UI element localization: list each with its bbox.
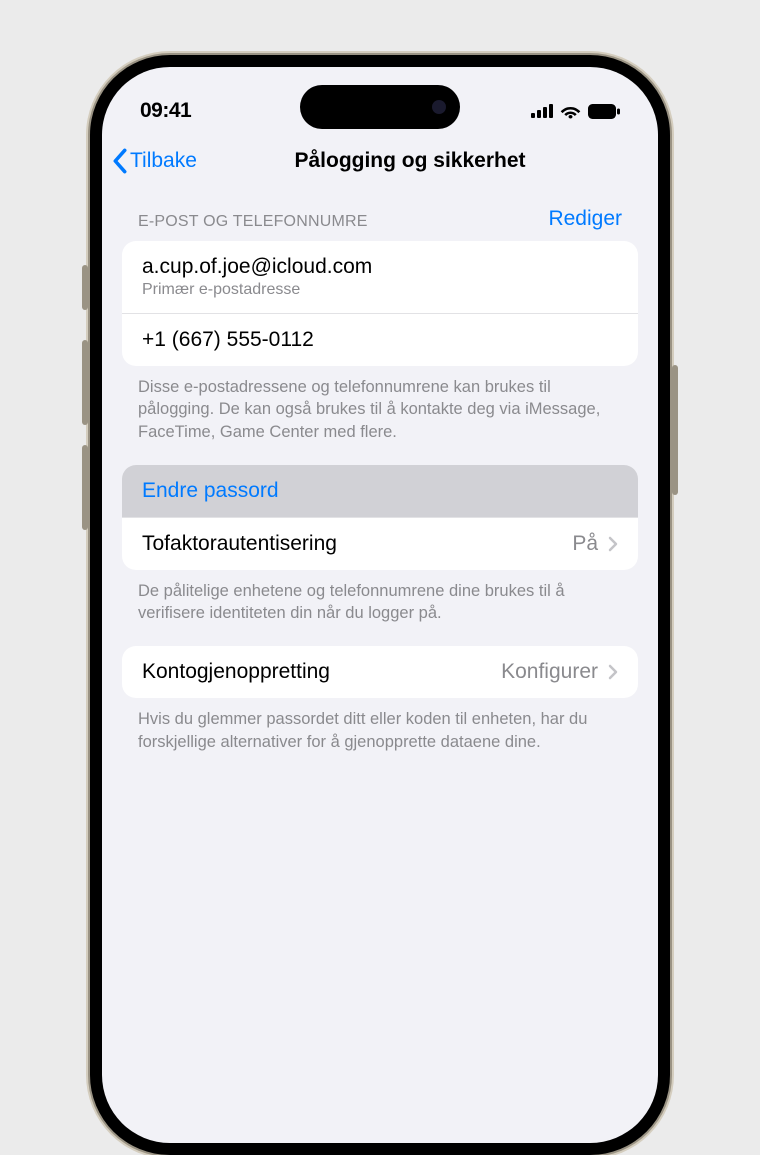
- status-time: 09:41: [140, 99, 191, 123]
- recovery-value: Konfigurer: [501, 660, 618, 684]
- section-header-contacts: E-POST OG TELEFONNUMRE Rediger: [102, 193, 658, 241]
- security-footer: De pålitelige enhetene og telefonnumrene…: [102, 570, 658, 647]
- email-row[interactable]: a.cup.of.joe@icloud.com Primær e-postadr…: [122, 241, 638, 314]
- recovery-footer: Hvis du glemmer passordet ditt eller kod…: [102, 698, 658, 775]
- dynamic-island: [300, 85, 460, 129]
- cellular-icon: [531, 104, 553, 118]
- back-button[interactable]: Tilbake: [112, 148, 197, 174]
- two-factor-row[interactable]: Tofaktorautentisering På: [122, 518, 638, 570]
- side-button: [82, 445, 88, 530]
- recovery-card: Kontogjenoppretting Konfigurer: [122, 646, 638, 698]
- contact-card: a.cup.of.joe@icloud.com Primær e-postadr…: [122, 241, 638, 366]
- page-title: Pålogging og sikkerhet: [120, 149, 640, 173]
- change-password-label: Endre passord: [142, 479, 279, 503]
- email-subtitle: Primær e-postadresse: [142, 281, 372, 299]
- back-label: Tilbake: [130, 149, 197, 173]
- chevron-right-icon: [608, 664, 618, 680]
- battery-icon: [588, 104, 620, 119]
- side-button: [82, 265, 88, 310]
- side-button: [82, 340, 88, 425]
- camera-dot: [432, 100, 446, 114]
- nav-bar: Tilbake Pålogging og sikkerhet: [102, 137, 658, 187]
- two-factor-value: På: [572, 532, 618, 556]
- security-card: Endre passord Tofaktorautentisering På: [122, 465, 638, 570]
- chevron-left-icon: [112, 148, 128, 174]
- phone-frame: 09:41: [90, 55, 670, 1155]
- edit-button[interactable]: Rediger: [548, 207, 622, 231]
- chevron-right-icon: [608, 536, 618, 552]
- phone-value: +1 (667) 555-0112: [142, 328, 314, 352]
- email-value: a.cup.of.joe@icloud.com: [142, 255, 372, 279]
- status-icons: [531, 104, 620, 119]
- phone-row[interactable]: +1 (667) 555-0112: [122, 314, 638, 366]
- section-label: E-POST OG TELEFONNUMRE: [138, 213, 368, 231]
- wifi-icon: [560, 104, 581, 119]
- screen: 09:41: [102, 67, 658, 1143]
- contact-footer: Disse e-postadressene og telefonnumrene …: [102, 366, 658, 465]
- recovery-label: Kontogjenoppretting: [142, 660, 330, 684]
- change-password-row[interactable]: Endre passord: [122, 465, 638, 518]
- two-factor-label: Tofaktorautentisering: [142, 532, 337, 556]
- side-button: [672, 365, 678, 495]
- recovery-row[interactable]: Kontogjenoppretting Konfigurer: [122, 646, 638, 698]
- content: E-POST OG TELEFONNUMRE Rediger a.cup.of.…: [102, 187, 658, 781]
